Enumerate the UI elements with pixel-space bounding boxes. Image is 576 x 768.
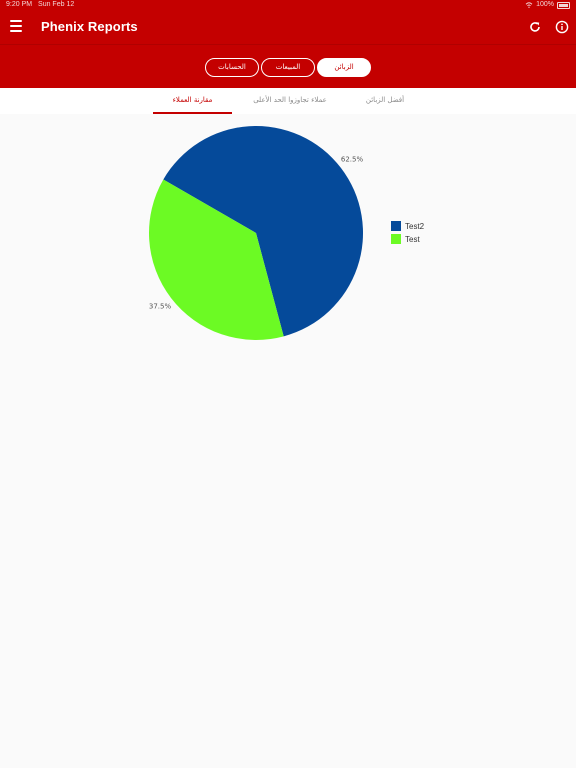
tab-over-limit-customers[interactable]: عملاء تجاوزوا الحد الأعلى: [238, 88, 342, 114]
refresh-icon[interactable]: [528, 20, 542, 34]
pie-label-test2: 62.5%: [341, 155, 364, 163]
menu-icon[interactable]: [10, 20, 22, 32]
segment-sales[interactable]: المبيعات: [261, 58, 315, 77]
legend-label-test2: Test2: [405, 222, 425, 231]
pie-label-test: 37.5%: [149, 303, 172, 311]
app-bar: Phenix Reports: [0, 10, 576, 44]
battery-percent: 100%: [536, 1, 554, 8]
wifi-icon: [525, 2, 533, 8]
segment-bar: الزبائن المبيعات الحسابات: [0, 44, 576, 88]
status-bar: 9:20 PM Sun Feb 12 100%: [0, 0, 576, 10]
app-title: Phenix Reports: [41, 19, 138, 34]
segment-accounts[interactable]: الحسابات: [205, 58, 259, 77]
tab-customer-comparison[interactable]: مقارنة العملاء: [153, 88, 232, 114]
info-icon[interactable]: [555, 20, 569, 34]
chart-area: 62.5% 37.5% Test2 Test: [0, 114, 576, 768]
battery-icon: [557, 1, 570, 9]
status-date: Sun Feb 12: [38, 1, 75, 8]
status-time: 9:20 PM: [6, 1, 33, 8]
tab-bar: أفضل الزبائن عملاء تجاوزوا الحد الأعلى م…: [0, 88, 576, 114]
legend-swatch-test2: [391, 221, 401, 231]
pie-chart: 62.5% 37.5% Test2 Test: [149, 125, 425, 340]
segment-customers[interactable]: الزبائن: [317, 58, 371, 77]
status-time-date: 9:20 PM Sun Feb 12: [6, 0, 74, 10]
legend-label-test: Test: [405, 235, 420, 244]
tab-top-customers[interactable]: أفضل الزبائن: [342, 88, 428, 114]
legend-swatch-test: [391, 234, 401, 244]
status-right: 100%: [525, 0, 570, 10]
